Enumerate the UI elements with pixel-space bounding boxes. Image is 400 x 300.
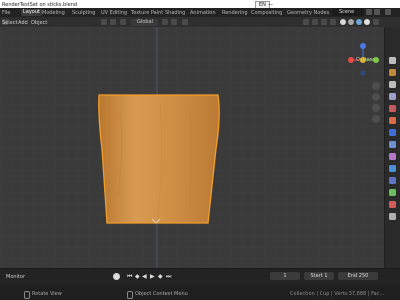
material-icon[interactable]	[389, 201, 396, 208]
prev-keyframe-icon[interactable]: ◆	[135, 273, 140, 280]
gizmo-z-axis[interactable]	[360, 43, 366, 49]
material-shading-icon[interactable]	[356, 19, 362, 25]
transform-orientation-value: Global	[137, 19, 153, 25]
wooden-cup-object[interactable]	[90, 87, 230, 237]
overlay-icon[interactable]	[321, 19, 327, 25]
proportional-edit-icon[interactable]	[120, 19, 126, 25]
snap-target-icon[interactable]	[171, 19, 177, 25]
play-icon[interactable]: ▶	[150, 273, 155, 280]
constraint-icon[interactable]	[389, 177, 396, 184]
jump-start-icon[interactable]: ⏮	[127, 273, 132, 281]
rendered-shading-icon[interactable]	[364, 19, 370, 25]
perspective-toggle-icon[interactable]	[372, 115, 380, 123]
texture-icon[interactable]	[389, 213, 396, 220]
tab-texture-paint[interactable]: Texture Paint	[131, 10, 163, 16]
visibility-icon[interactable]	[303, 19, 309, 25]
data-icon[interactable]	[389, 189, 396, 196]
gizmo-neg-z-axis[interactable]	[360, 70, 366, 76]
solid-shading-icon[interactable]	[348, 19, 354, 25]
tab-rendering[interactable]: Rendering	[222, 10, 248, 16]
playback-menu[interactable]: Monitor	[6, 275, 25, 280]
gizmo-y-axis[interactable]	[373, 57, 379, 63]
world-icon[interactable]	[389, 117, 396, 124]
timeline-bar: Monitor ⏮ ◆ ◀ ▶ ◆ ⏭ 1 Start 1 End 250	[0, 268, 400, 287]
menu-select[interactable]: Select	[2, 20, 17, 26]
wireframe-shading-icon[interactable]	[340, 19, 346, 25]
zoom-icon[interactable]	[372, 82, 380, 90]
gizmo-center[interactable]	[360, 57, 366, 63]
record-icon[interactable]	[113, 273, 120, 280]
snap-toggle-icon[interactable]	[162, 19, 168, 25]
status-hint-context-menu: Object Context Menu	[135, 291, 188, 297]
mouse-left-icon	[24, 291, 30, 299]
window-title-bar: RenderTestSet on sticks.blend	[0, 0, 400, 8]
transform-orientation-dropdown[interactable]: Global	[131, 18, 158, 26]
end-value: 250	[358, 273, 369, 279]
gizmo-x-axis[interactable]	[348, 57, 354, 63]
gizmo-icon[interactable]	[312, 19, 318, 25]
tab-shading[interactable]: Shading	[165, 10, 185, 16]
workspace-tabs-bar: File Layout Modeling Sculpting UV Editin…	[0, 8, 400, 17]
modifier-icon[interactable]	[389, 141, 396, 148]
tab-modeling[interactable]: Modeling	[42, 10, 65, 16]
tab-animation[interactable]: Animation	[190, 10, 216, 16]
scene-icon[interactable]	[389, 105, 396, 112]
camera-view-icon[interactable]	[372, 104, 380, 112]
render-icon[interactable]	[389, 69, 396, 76]
menu-file[interactable]: File	[2, 10, 10, 16]
copy-scene-icon[interactable]	[374, 9, 380, 15]
start-value: 1	[324, 273, 328, 279]
tab-compositing[interactable]: Compositing	[251, 10, 282, 16]
object-icon[interactable]	[389, 129, 396, 136]
scene-name: Scene	[339, 9, 355, 15]
view-layer-icon[interactable]	[389, 93, 396, 100]
transform-pivot-icon[interactable]	[101, 19, 107, 25]
jump-end-icon[interactable]: ⏭	[166, 273, 171, 281]
status-stats: Collection | Cup | Verts:37,888 | Fac...	[290, 291, 385, 297]
menu-add[interactable]: Add	[18, 20, 28, 26]
menu-object[interactable]: Object	[31, 20, 47, 26]
tab-uv-editing[interactable]: UV Editing	[101, 10, 127, 16]
start-frame-field[interactable]: Start 1	[304, 272, 334, 280]
xray-icon[interactable]	[330, 19, 336, 25]
snap-icon[interactable]	[110, 19, 116, 25]
navigation-gizmo[interactable]	[345, 42, 381, 78]
mouse-right-icon	[127, 291, 133, 299]
tab-sculpting[interactable]: Sculpting	[72, 10, 95, 16]
end-frame-field[interactable]: End 250	[338, 272, 378, 280]
current-frame-field[interactable]: 1	[270, 272, 300, 280]
proportional-falloff-icon[interactable]	[182, 19, 188, 25]
tab-geometry-nodes[interactable]: Geometry Nodes	[287, 10, 329, 16]
pan-icon[interactable]	[372, 93, 380, 101]
particles-icon[interactable]	[389, 153, 396, 160]
3d-viewport[interactable]: Options	[0, 27, 384, 268]
window-title: RenderTestSet on sticks.blend	[2, 1, 78, 8]
physics-icon[interactable]	[389, 165, 396, 172]
next-keyframe-icon[interactable]: ◆	[158, 273, 163, 280]
end-label: End	[347, 273, 358, 279]
play-reverse-icon[interactable]: ◀	[142, 273, 147, 280]
view-layer-icon[interactable]	[385, 9, 391, 15]
tool-icon[interactable]	[389, 57, 396, 64]
properties-tab-strip	[384, 27, 400, 268]
start-label: Start	[310, 273, 323, 279]
tab-layout[interactable]: Layout	[21, 9, 42, 16]
add-scene-icon[interactable]	[366, 9, 372, 15]
output-icon[interactable]	[389, 81, 396, 88]
status-hint-rotate: Rotate View	[32, 291, 62, 297]
shading-options-icon[interactable]	[373, 19, 379, 25]
status-bar: Rotate View Object Context Menu Collecti…	[0, 286, 400, 300]
